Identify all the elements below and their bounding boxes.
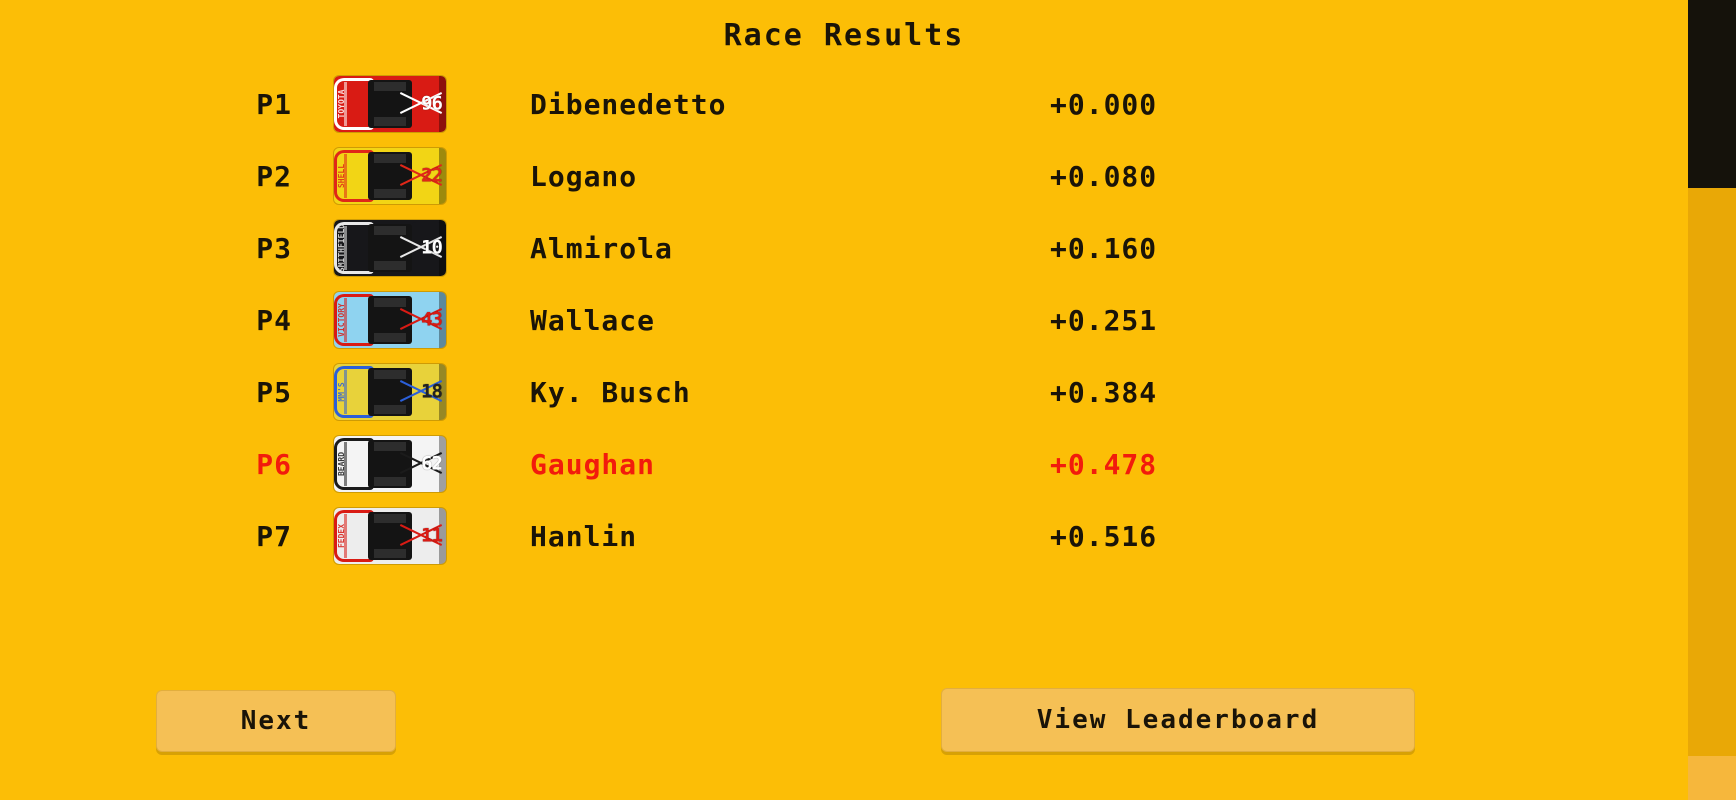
table-row: P4 VICTORY 43 Wallace +0.251 bbox=[0, 284, 1688, 356]
scrollbar[interactable] bbox=[1688, 0, 1736, 800]
car-sprite-cell: TOYOTA 96 bbox=[330, 76, 450, 132]
gap-time: +0.251 bbox=[1050, 303, 1158, 337]
table-row: P7 FEDEX 11 Hanlin +0.516 bbox=[0, 500, 1688, 572]
car-sponsor-text: SMITHFIELD bbox=[337, 223, 346, 273]
gap-time: +0.160 bbox=[1050, 231, 1158, 265]
table-row: P1 TOYOTA 96 Dibenedetto +0.000 bbox=[0, 68, 1688, 140]
gap-time: +0.080 bbox=[1050, 159, 1158, 193]
position-label: P3 bbox=[256, 231, 292, 265]
driver-name: Gaughan bbox=[530, 447, 656, 481]
position-label: P2 bbox=[256, 159, 292, 193]
driver-name: Ky. Busch bbox=[530, 375, 691, 409]
position-label: P6 bbox=[256, 447, 292, 481]
results-table: P1 TOYOTA 96 Dibenedetto +0.000 P2 SHELL 22 Loga… bbox=[0, 68, 1688, 572]
page-title: Race Results bbox=[723, 18, 965, 53]
table-row: P3 SMITHFIELD 10 Almirola +0.160 bbox=[0, 212, 1688, 284]
car-sprite-cell: FEDEX 11 bbox=[330, 508, 450, 564]
car-sprite-cell: SMITHFIELD 10 bbox=[330, 220, 450, 276]
gap-time: +0.384 bbox=[1050, 375, 1158, 409]
gap-time: +0.000 bbox=[1050, 87, 1158, 121]
table-row: P5 MM'S 18 Ky. Busch +0.384 bbox=[0, 356, 1688, 428]
gap-time: +0.516 bbox=[1050, 519, 1158, 553]
table-row: P6 BEARD 62 Gaughan +0.478 bbox=[0, 428, 1688, 500]
driver-name: Logano bbox=[530, 159, 638, 193]
car-sponsor-text: TOYOTA bbox=[337, 89, 346, 119]
driver-name: Dibenedetto bbox=[530, 87, 727, 121]
driver-name: Wallace bbox=[530, 303, 656, 337]
view-leaderboard-button-label: View Leaderboard bbox=[1036, 705, 1320, 735]
scrollbar-thumb[interactable] bbox=[1688, 188, 1736, 756]
position-label: P5 bbox=[256, 375, 292, 409]
view-leaderboard-button[interactable]: View Leaderboard bbox=[941, 688, 1415, 752]
car-sponsor-text: FEDEX bbox=[337, 523, 346, 549]
car-sprite-cell: VICTORY 43 bbox=[330, 292, 450, 348]
gap-time: +0.478 bbox=[1050, 447, 1158, 481]
scrollbar-top-cap bbox=[1688, 0, 1736, 188]
car-sponsor-text: VICTORY bbox=[337, 303, 346, 337]
car-icon: BEARD 62 bbox=[334, 436, 446, 492]
car-sponsor-text: BEARD bbox=[337, 451, 346, 477]
car-icon: MM'S 18 bbox=[334, 364, 446, 420]
table-row: P2 SHELL 22 Logano +0.080 bbox=[0, 140, 1688, 212]
car-sprite-cell: SHELL 22 bbox=[330, 148, 450, 204]
car-icon: SMITHFIELD 10 bbox=[334, 220, 446, 276]
car-sprite-cell: MM'S 18 bbox=[330, 364, 450, 420]
next-button[interactable]: Next bbox=[156, 690, 396, 752]
driver-name: Hanlin bbox=[530, 519, 638, 553]
car-number: 22 bbox=[421, 164, 443, 187]
car-icon: FEDEX 11 bbox=[334, 508, 446, 564]
race-results-screen: Race Results P1 TOYOTA 96 Dibenedetto +0.000… bbox=[0, 0, 1736, 800]
car-number: 62 bbox=[421, 452, 443, 475]
next-button-label: Next bbox=[240, 706, 312, 736]
car-number: 10 bbox=[421, 236, 443, 259]
position-label: P7 bbox=[256, 519, 292, 553]
car-number: 43 bbox=[421, 308, 443, 331]
car-icon: SHELL 22 bbox=[334, 148, 446, 204]
car-sponsor-text: MM'S bbox=[337, 382, 346, 402]
car-number: 11 bbox=[421, 524, 443, 547]
position-label: P1 bbox=[256, 87, 292, 121]
car-number: 96 bbox=[421, 92, 443, 115]
position-label: P4 bbox=[256, 303, 292, 337]
scrollbar-foot bbox=[1688, 756, 1736, 800]
car-icon: TOYOTA 96 bbox=[334, 76, 446, 132]
car-sprite-cell: BEARD 62 bbox=[330, 436, 450, 492]
car-sponsor-text: SHELL bbox=[337, 163, 346, 189]
driver-name: Almirola bbox=[530, 231, 673, 265]
car-icon: VICTORY 43 bbox=[334, 292, 446, 348]
car-number: 18 bbox=[421, 380, 443, 403]
